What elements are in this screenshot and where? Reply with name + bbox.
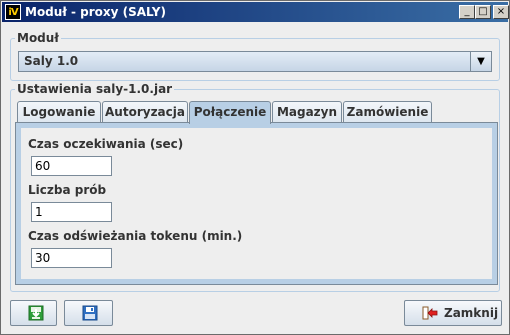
main-window: iV Moduł - proxy (SALY) _ □ × Moduł Saly…	[0, 0, 510, 335]
close-button[interactable]: Zamknij	[404, 300, 502, 326]
app-logo-icon: iV	[5, 4, 21, 20]
settings-group-title: Ustawienia saly-1.0.jar	[15, 81, 175, 97]
retries-input[interactable]: 1	[31, 202, 112, 222]
download-button[interactable]	[10, 300, 57, 326]
tab-logowanie[interactable]: Logowanie	[17, 101, 101, 123]
window-title: Moduł - proxy (SALY)	[25, 5, 166, 19]
close-window-button[interactable]: ×	[493, 5, 509, 19]
token-refresh-input[interactable]: 30	[31, 248, 112, 268]
chevron-down-icon[interactable]: ▼	[470, 52, 491, 71]
download-icon	[28, 305, 44, 321]
token-refresh-label: Czas odświeżania tokenu (min.)	[28, 229, 243, 243]
close-button-label: Zamknij	[444, 306, 499, 320]
tab-polaczenie[interactable]: Połączenie	[189, 101, 271, 124]
tab-zamowienie[interactable]: Zamówienie	[343, 101, 432, 123]
module-group-title: Moduł	[15, 30, 61, 46]
retries-label: Liczba prób	[28, 183, 107, 197]
timeout-input[interactable]: 60	[31, 156, 112, 176]
title-bar[interactable]: iV Moduł - proxy (SALY) _ □ ×	[2, 2, 509, 22]
tab-autoryzacja[interactable]: Autoryzacja	[102, 101, 188, 123]
save-button[interactable]	[64, 300, 113, 326]
module-select[interactable]: Saly 1.0 ▼	[18, 51, 492, 72]
minimize-button[interactable]: _	[459, 5, 475, 19]
timeout-label: Czas oczekiwania (sec)	[28, 137, 184, 151]
module-select-value: Saly 1.0	[24, 54, 79, 68]
tab-magazyn[interactable]: Magazyn	[272, 101, 342, 123]
floppy-icon	[82, 305, 98, 321]
exit-icon	[422, 306, 438, 320]
maximize-button[interactable]: □	[475, 5, 491, 19]
